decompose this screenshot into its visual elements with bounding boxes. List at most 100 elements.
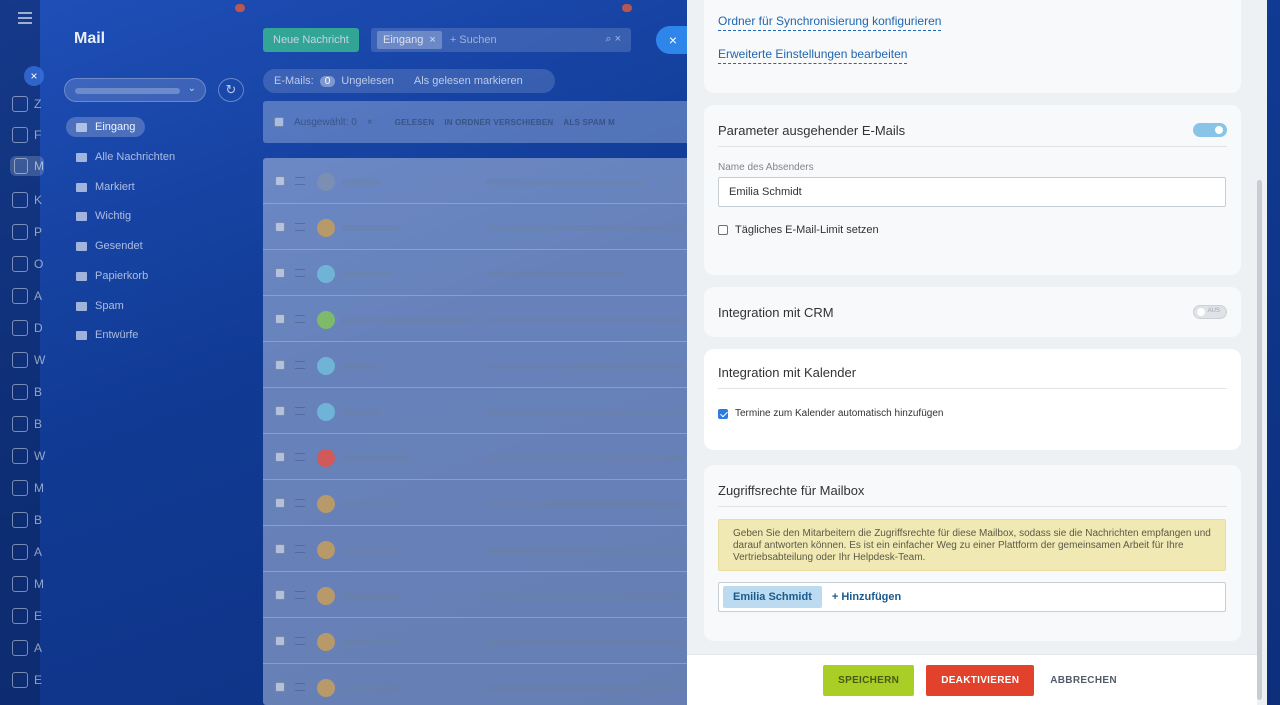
- close-icon[interactable]: ×: [24, 66, 44, 86]
- folder-sent[interactable]: Gesendet: [66, 236, 153, 256]
- advanced-settings-link[interactable]: Erweiterte Einstellungen bearbeiten: [718, 47, 908, 64]
- spam-action[interactable]: ALS SPAM M: [563, 118, 615, 127]
- sender-name-label: Name des Absenders: [718, 162, 814, 173]
- calendar-option[interactable]: Termine zum Kalender automatisch hinzufü…: [718, 408, 943, 419]
- scrollbar[interactable]: [1257, 180, 1262, 700]
- folder-spam[interactable]: Spam: [66, 296, 134, 316]
- mark-read-action[interactable]: GELESEN: [395, 118, 435, 127]
- drag-icon[interactable]: [295, 361, 305, 369]
- move-folder-action[interactable]: IN ORDNER VERSCHIEBEN: [444, 118, 553, 127]
- list-item[interactable]: [263, 664, 703, 705]
- drag-icon[interactable]: [295, 407, 305, 415]
- rail-item[interactable]: M: [12, 478, 52, 498]
- folder-trash[interactable]: Papierkorb: [66, 266, 158, 286]
- rail-item[interactable]: E: [12, 670, 52, 690]
- row-checkbox[interactable]: [275, 590, 285, 600]
- select-all-checkbox[interactable]: [274, 117, 284, 127]
- row-checkbox[interactable]: [275, 222, 285, 232]
- menu-icon[interactable]: [18, 12, 32, 24]
- list-item[interactable]: [263, 526, 703, 572]
- row-checkbox[interactable]: [275, 452, 285, 462]
- calendar-checkbox[interactable]: [718, 408, 728, 419]
- close-icon[interactable]: ×: [429, 34, 435, 46]
- deactivate-button[interactable]: DEAKTIVIEREN: [926, 664, 1035, 696]
- account-select[interactable]: ⌄: [64, 78, 206, 102]
- row-checkbox[interactable]: [275, 498, 285, 508]
- drag-icon[interactable]: [295, 637, 305, 645]
- folder-inbox[interactable]: Eingang: [66, 117, 146, 137]
- row-checkbox[interactable]: [275, 268, 285, 278]
- outgoing-toggle[interactable]: [1193, 123, 1227, 137]
- search-icon[interactable]: ⌕ ×: [605, 33, 621, 46]
- list-item[interactable]: [263, 342, 703, 388]
- clear-icon[interactable]: ×: [367, 117, 373, 128]
- row-checkbox[interactable]: [275, 636, 285, 646]
- folder-important[interactable]: Wichtig: [66, 206, 141, 226]
- rail-item[interactable]: A: [12, 286, 52, 306]
- rail-item[interactable]: K: [12, 190, 52, 210]
- unread-filter[interactable]: Ungelesen: [341, 75, 394, 87]
- drag-icon[interactable]: [295, 453, 305, 461]
- rail-item[interactable]: E: [12, 606, 52, 626]
- row-checkbox[interactable]: [275, 360, 285, 370]
- row-checkbox[interactable]: [275, 682, 285, 692]
- list-item[interactable]: [263, 158, 703, 204]
- search-input[interactable]: Eingang × + Suchen ⌕ ×: [371, 28, 631, 52]
- list-item[interactable]: [263, 618, 703, 664]
- refresh-button[interactable]: ↻: [218, 78, 244, 102]
- add-person-link[interactable]: + Hinzufügen: [832, 591, 901, 603]
- rail-item[interactable]: M: [12, 574, 52, 594]
- drag-icon[interactable]: [295, 315, 305, 323]
- drag-icon[interactable]: [295, 177, 305, 185]
- rail-item-mail[interactable]: M: [10, 156, 44, 176]
- drag-icon[interactable]: [295, 269, 305, 277]
- row-checkbox[interactable]: [275, 544, 285, 554]
- save-button[interactable]: SPEICHERN: [823, 664, 915, 696]
- rail-item[interactable]: B: [12, 382, 52, 402]
- drag-icon[interactable]: [295, 223, 305, 231]
- check-icon: [12, 288, 28, 304]
- mark-read-link[interactable]: Als gelesen markieren: [414, 75, 523, 87]
- drag-icon[interactable]: [295, 499, 305, 507]
- row-checkbox[interactable]: [275, 176, 285, 186]
- drag-icon[interactable]: [295, 683, 305, 691]
- rail-item[interactable]: B: [12, 510, 52, 530]
- rail-item[interactable]: A: [12, 542, 52, 562]
- mail-icon: [12, 352, 28, 368]
- list-item[interactable]: [263, 388, 703, 434]
- rail-item[interactable]: W: [12, 350, 52, 370]
- rail-item[interactable]: F: [12, 125, 52, 145]
- sender-name-field[interactable]: Emilia Schmidt: [718, 177, 1226, 207]
- rail-item[interactable]: D: [12, 318, 52, 338]
- list-item[interactable]: [263, 480, 703, 526]
- folder-flagged[interactable]: Markiert: [66, 177, 145, 197]
- folder-all[interactable]: Alle Nachrichten: [66, 147, 185, 167]
- row-checkbox[interactable]: [275, 314, 285, 324]
- access-people-field[interactable]: Emilia Schmidt + Hinzufügen: [718, 582, 1226, 612]
- row-checkbox[interactable]: [275, 406, 285, 416]
- cancel-button[interactable]: ABBRECHEN: [1046, 665, 1121, 696]
- daily-limit-checkbox[interactable]: [718, 225, 728, 235]
- avatar: [317, 173, 335, 191]
- list-item[interactable]: [263, 296, 703, 342]
- rail-item[interactable]: B: [12, 414, 52, 434]
- sync-folders-link[interactable]: Ordner für Synchronisierung konfiguriere…: [718, 14, 942, 31]
- crm-toggle[interactable]: AUS: [1193, 305, 1227, 319]
- daily-limit-option[interactable]: Tägliches E-Mail-Limit setzen: [718, 224, 879, 236]
- rail-item[interactable]: O: [12, 254, 52, 274]
- rail-item[interactable]: W: [12, 446, 52, 466]
- folder-drafts[interactable]: Entwürfe: [66, 325, 148, 345]
- person-chip[interactable]: Emilia Schmidt: [723, 586, 822, 608]
- rail-item[interactable]: Z: [12, 94, 52, 114]
- close-panel-button[interactable]: ×: [656, 26, 690, 54]
- rail-item[interactable]: P: [12, 222, 52, 242]
- drag-icon[interactable]: [295, 545, 305, 553]
- list-item[interactable]: [263, 572, 703, 618]
- new-message-button[interactable]: Neue Nachricht: [263, 28, 359, 52]
- list-item[interactable]: [263, 204, 703, 250]
- list-item[interactable]: [263, 434, 703, 480]
- rail-item[interactable]: A: [12, 638, 52, 658]
- list-item[interactable]: [263, 250, 703, 296]
- drag-icon[interactable]: [295, 591, 305, 599]
- filter-tag[interactable]: Eingang ×: [377, 31, 442, 49]
